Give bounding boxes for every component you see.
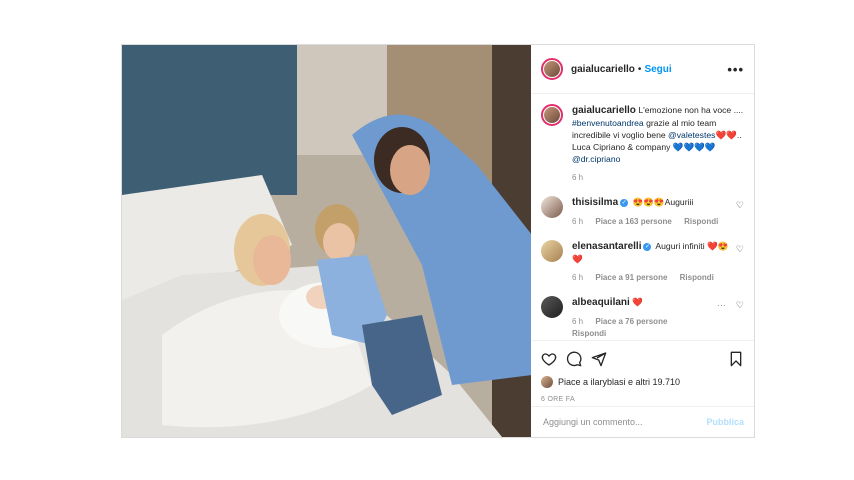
post-photo[interactable] [122,45,531,437]
comment-content: ❤️ [632,297,643,307]
comment-time[interactable]: 6 h [572,217,583,226]
post-actions: Piace a ilaryblasi e altri 19.710 6 ORE … [531,340,754,403]
post-photo-image [122,45,531,437]
post-time[interactable]: 6 ORE FA [541,396,744,403]
comment-item: elenasantarelli ✓ Auguri infiniti ❤️😍❤️ 6… [541,240,744,284]
reply-button[interactable]: Rispondi [572,329,606,338]
comment-likes[interactable]: Piace a 91 persone [595,273,667,282]
liker-avatar [541,376,553,388]
comment-item: thisisilma ✓ 😍😍😍Auguriii 6 h Piace a 163 … [541,196,744,228]
comment-likes[interactable]: Piace a 163 persone [595,217,672,226]
comment-text: elenasantarelli ✓ Auguri infiniti ❤️😍❤️ [572,240,732,265]
caption-hashtag[interactable]: #benvenutoandrea [572,118,644,128]
author-username[interactable]: gaialucariello [571,64,635,75]
caption-mention-1[interactable]: @valetestes [668,130,715,140]
comment-avatar[interactable] [541,196,563,218]
comment-body: thisisilma ✓ 😍😍😍Auguriii 6 h Piace a 163 … [572,196,732,228]
verified-icon: ✓ [643,242,652,251]
publish-button[interactable]: Pubblica [706,417,744,427]
follow-button[interactable]: Segui [644,64,671,75]
caption-avatar[interactable] [541,104,563,126]
comment-item: albeaquilani ❤️ 6 h Piace a 76 persone R… [541,296,744,340]
comment-body: elenasantarelli ✓ Auguri infiniti ❤️😍❤️ 6… [572,240,732,284]
add-comment-bar: Pubblica [531,406,754,437]
caption-time[interactable]: 6 h [572,173,583,182]
reply-button[interactable]: Rispondi [684,217,718,226]
comment-input[interactable] [541,416,707,428]
comment-meta: 6 h Piace a 91 persone Rispondi [572,272,732,284]
reply-button[interactable]: Rispondi [680,273,714,282]
comment-username[interactable]: albeaquilani [572,297,630,308]
heart-icon[interactable]: ♡ [736,244,744,284]
more-icon[interactable]: ••• [727,62,744,77]
comment-body: albeaquilani ❤️ 6 h Piace a 76 persone R… [572,296,713,340]
caption-meta: 6 h [572,172,744,184]
more-icon[interactable]: ··· [717,300,726,340]
likes-summary[interactable]: Piace a ilaryblasi e altri 19.710 [541,376,744,388]
caption-mention-2[interactable]: @dr.cipriano [572,154,620,164]
heart-icon[interactable]: ♡ [736,200,744,228]
comment-meta: 6 h Piace a 163 persone Rispondi [572,216,732,228]
comments-list: gaialucariello L'emozione non ha voce ..… [531,94,754,340]
comment-text: albeaquilani ❤️ [572,296,713,309]
comment-likes[interactable]: Piace a 76 persone [595,317,667,326]
likes-text: Piace a ilaryblasi e altri 19.710 [558,377,681,387]
post-sidebar: gaialucariello • Segui ••• gaialucariell… [531,45,754,437]
comment-icon[interactable] [566,351,582,367]
caption-text-1: L'emozione non ha voce .... [638,105,744,115]
comment-time[interactable]: 6 h [572,273,583,282]
instagram-post: gaialucariello • Segui ••• gaialucariell… [121,44,755,438]
share-icon[interactable] [591,351,607,367]
bookmark-icon[interactable] [728,351,744,367]
caption-blue-hearts: 💙💙💙💙 [672,142,716,152]
caption-text: gaialucariello L'emozione non ha voce ..… [572,104,744,165]
heart-icon[interactable] [541,351,557,367]
caption-body: gaialucariello L'emozione non ha voce ..… [572,104,744,184]
heart-icon[interactable]: ♡ [736,300,744,340]
comment-content: 😍😍😍Auguriii [632,197,694,207]
verified-icon: ✓ [620,198,629,207]
comment-username[interactable]: thisisilma [572,197,618,208]
avatar-image [544,61,560,77]
action-icons [541,349,744,369]
caption-hearts: ❤️❤️ [715,130,737,140]
comment-username[interactable]: elenasantarelli [572,241,641,252]
comment-time[interactable]: 6 h [572,317,583,326]
comment-text: thisisilma ✓ 😍😍😍Auguriii [572,196,732,209]
caption-username[interactable]: gaialucariello [572,105,636,116]
comment-avatar[interactable] [541,240,563,262]
author-avatar[interactable] [541,58,563,80]
caption: gaialucariello L'emozione non ha voce ..… [541,104,744,184]
avatar-image [544,107,560,123]
comment-avatar[interactable] [541,296,563,318]
post-header: gaialucariello • Segui ••• [531,45,754,94]
comment-meta: 6 h Piace a 76 persone Rispondi [572,316,713,340]
separator-dot: • [637,63,642,75]
